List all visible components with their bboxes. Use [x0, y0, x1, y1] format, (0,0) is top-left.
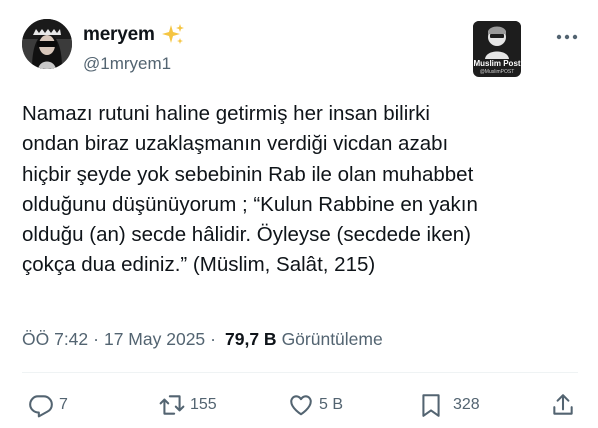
- more-options-icon[interactable]: [556, 33, 578, 41]
- badge-subtitle: @MuslimPOST: [479, 69, 515, 75]
- views-label: Görüntüleme: [281, 329, 383, 349]
- reply-count: 7: [59, 396, 68, 413]
- bookmark-button[interactable]: 328: [418, 388, 480, 422]
- tweet-card: meryem @1mryem1 Muslim Post @MuslimPOST …: [0, 0, 598, 428]
- heart-icon: [290, 395, 312, 416]
- like-count: 5 B: [319, 396, 344, 413]
- author-name-row[interactable]: meryem: [83, 23, 185, 47]
- muslim-post-badge[interactable]: Muslim Post @MuslimPOST: [473, 21, 521, 77]
- portrait-icon: [473, 21, 521, 59]
- bookmark-icon: [422, 394, 440, 417]
- badge-title: Muslim Post: [473, 59, 521, 68]
- repost-button[interactable]: 155: [159, 388, 217, 422]
- tweet-date[interactable]: 17 May 2025: [104, 329, 205, 350]
- like-button[interactable]: 5 B: [288, 388, 343, 422]
- bookmark-count: 328: [453, 396, 480, 413]
- tweet-text: Namazı rutuni haline getirmiş her insan …: [22, 102, 478, 277]
- sparkles-icon: [161, 24, 184, 44]
- repost-count: 155: [190, 396, 217, 413]
- avatar[interactable]: [22, 19, 72, 69]
- meta-separator: ·: [93, 329, 99, 349]
- action-bar: 7 155 5 B 328: [0, 388, 598, 422]
- view-count: 79,7 B: [225, 329, 277, 349]
- tweet-time[interactable]: ÖÖ 7:42: [22, 329, 88, 350]
- author-handle[interactable]: @1mryem1: [83, 54, 171, 74]
- meta-separator-2: ·: [210, 329, 216, 349]
- share-icon: [553, 394, 573, 415]
- share-button[interactable]: [550, 388, 576, 422]
- repost-icon: [159, 395, 185, 415]
- divider: [22, 372, 578, 373]
- reply-icon: [29, 395, 53, 418]
- tweet-meta: ÖÖ 7:42 · 17 May 2025 · 79,7 B Görüntüle…: [22, 329, 383, 350]
- display-name[interactable]: meryem: [83, 24, 155, 46]
- reply-button[interactable]: 7: [28, 388, 68, 422]
- avatar-image: [22, 19, 72, 69]
